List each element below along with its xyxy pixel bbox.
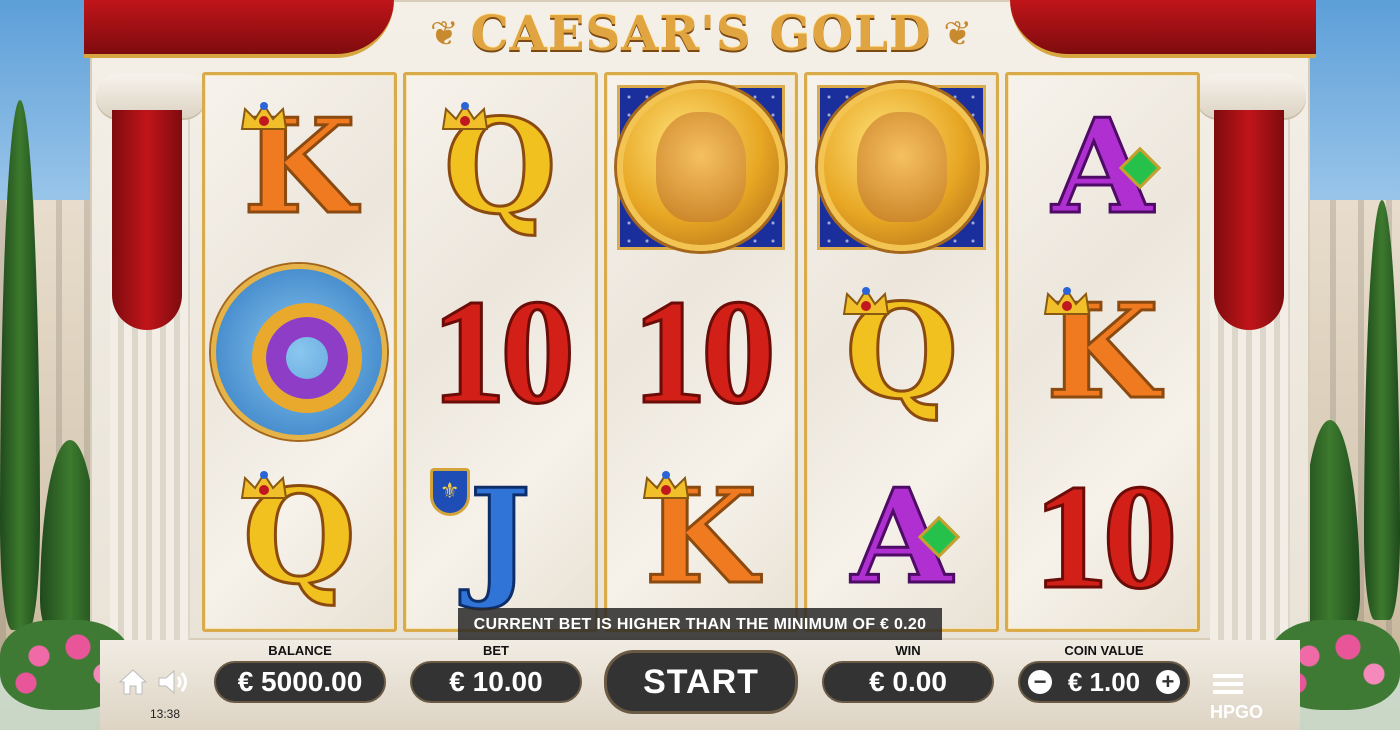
crown-icon bbox=[1042, 286, 1092, 316]
reel-5: A K 10 bbox=[1005, 72, 1200, 632]
fleur-de-lis-shield-icon: ⚜ bbox=[429, 468, 470, 517]
reel-1: KQ bbox=[202, 72, 397, 632]
reel-3: 10 K bbox=[603, 72, 799, 632]
provider-logo: HPGO bbox=[1210, 702, 1264, 722]
balance-label: BALANCE bbox=[268, 643, 332, 658]
curtain-top-right bbox=[1010, 0, 1316, 58]
reel-cell bbox=[807, 75, 996, 260]
caesar-coin-icon bbox=[817, 83, 986, 252]
bet-selector[interactable]: € 10.00 bbox=[410, 661, 582, 703]
reel-cell: 10 bbox=[1008, 444, 1197, 629]
reel-cell: 10 bbox=[607, 260, 796, 445]
ornament-icon: ❦ bbox=[943, 15, 973, 53]
reel-2: Q 10 J ⚜ bbox=[402, 72, 598, 632]
curtain-top-left bbox=[84, 0, 394, 58]
crown-icon bbox=[440, 101, 490, 131]
coin-value-display: € 1.00 bbox=[1067, 666, 1141, 697]
coin-value-control: − € 1.00 + bbox=[1018, 661, 1190, 703]
reel-cell: K bbox=[1008, 260, 1197, 445]
crown-icon bbox=[641, 470, 691, 500]
game-title-banner: ❦ CAESAR'S GOLD ❦ bbox=[408, 2, 994, 66]
home-icon[interactable] bbox=[118, 668, 148, 696]
symbol-ten: 10 bbox=[430, 269, 577, 435]
curtain-side-right bbox=[1214, 110, 1284, 330]
reel-cell: K bbox=[607, 444, 796, 629]
reel-cell: A bbox=[807, 444, 996, 629]
game-title: CAESAR'S GOLD bbox=[470, 6, 932, 62]
reel-cell bbox=[607, 75, 796, 260]
symbol-j: J bbox=[468, 459, 532, 613]
curtain-side-left bbox=[112, 110, 182, 330]
clock: 13:38 bbox=[150, 707, 181, 721]
reel-cell: A bbox=[1008, 75, 1197, 260]
crown-icon bbox=[239, 470, 289, 500]
caesar-coin-tile bbox=[616, 83, 786, 252]
reel-4: QA bbox=[804, 72, 1000, 632]
caesar-face bbox=[655, 112, 746, 223]
coin-decrease-button[interactable]: − bbox=[1028, 670, 1052, 694]
coin-increase-button[interactable]: + bbox=[1155, 670, 1180, 694]
reel-cell: 10 bbox=[406, 260, 595, 445]
win-label: WIN bbox=[895, 643, 921, 658]
caesar-face bbox=[856, 112, 947, 223]
gold-ring-icon bbox=[211, 264, 388, 440]
crown-icon bbox=[239, 101, 289, 131]
reel-cell: J ⚜ bbox=[406, 444, 595, 629]
ring-band bbox=[252, 303, 363, 413]
symbol-ten: 10 bbox=[630, 269, 777, 435]
coin-value-label: COIN VALUE bbox=[1064, 643, 1144, 658]
symbol-ten: 10 bbox=[1032, 453, 1179, 620]
balance-display: € 5000.00 bbox=[214, 661, 386, 703]
reel-cell: Q bbox=[807, 260, 996, 445]
ornament-icon: ❦ bbox=[429, 15, 459, 53]
reel-grid: K Q Q 10 J ⚜ 10 K Q A A K 10 bbox=[202, 72, 1200, 632]
bet-info-message: CURRENT BET IS HIGHER THAN THE MINIMUM O… bbox=[458, 608, 942, 642]
crown-icon bbox=[841, 286, 891, 316]
caesar-coin-tile bbox=[817, 83, 987, 252]
speaker-icon[interactable] bbox=[156, 668, 190, 696]
reel-cell: K bbox=[205, 75, 394, 260]
caesar-coin-icon bbox=[616, 83, 785, 252]
reel-cell bbox=[205, 260, 394, 445]
hamburger-menu-icon[interactable] bbox=[1213, 672, 1243, 696]
reel-cell: Q bbox=[406, 75, 595, 260]
reel-cell: Q bbox=[205, 444, 394, 629]
start-button[interactable]: START bbox=[604, 650, 798, 714]
bet-label: BET bbox=[483, 643, 509, 658]
win-display: € 0.00 bbox=[822, 661, 994, 703]
